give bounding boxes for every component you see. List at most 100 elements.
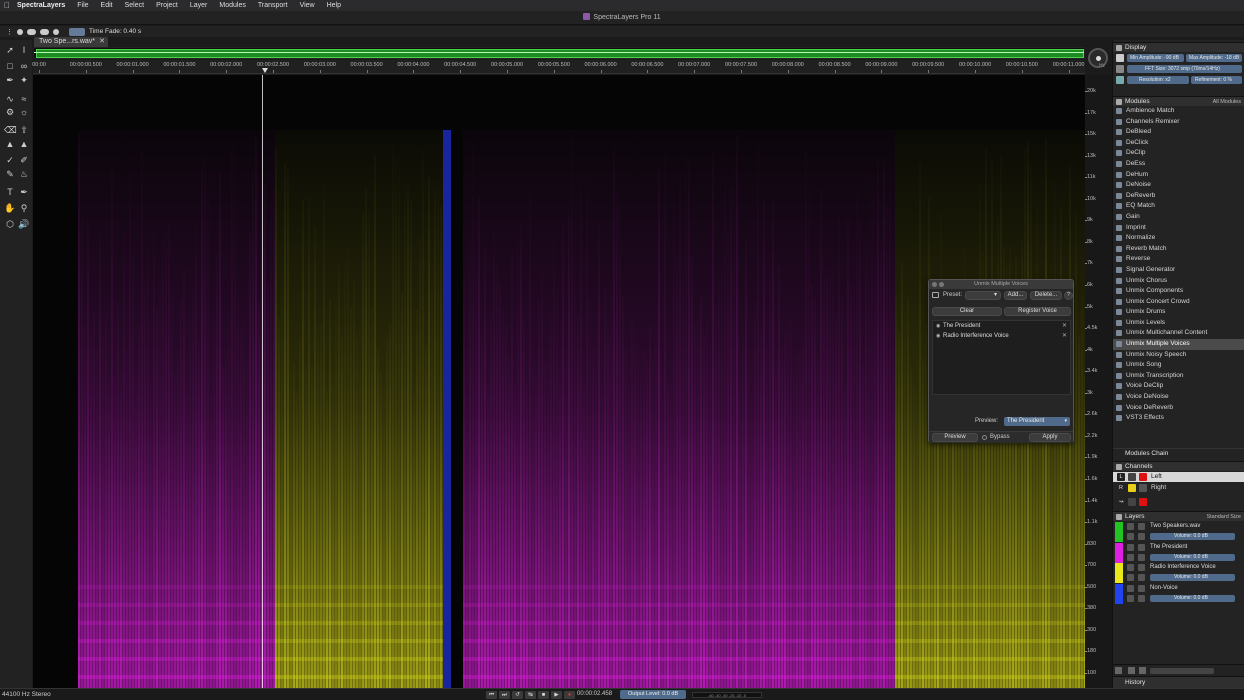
- loop-button[interactable]: ↺: [512, 691, 523, 699]
- layer-volume-slider[interactable]: Volume: 0.0 dB: [1150, 533, 1235, 540]
- channel-left-solo[interactable]: [1139, 473, 1147, 481]
- menu-view[interactable]: View: [294, 2, 321, 9]
- layer-lock-icon[interactable]: [1138, 585, 1145, 592]
- rect-select-icon[interactable]: □: [4, 60, 16, 72]
- module-item[interactable]: Unmix Chorus: [1113, 276, 1244, 287]
- ab-button[interactable]: ↹: [525, 691, 536, 699]
- apply-button[interactable]: Apply: [1029, 433, 1071, 442]
- pipette-icon[interactable]: ✒: [18, 186, 30, 198]
- dialog-titlebar[interactable]: Unmix Multiple Voices: [929, 280, 1073, 289]
- eraser-icon[interactable]: ⌫: [4, 124, 17, 136]
- layer-mute-icon[interactable]: [1127, 574, 1134, 581]
- pitch-up-icon[interactable]: ⇧: [18, 124, 30, 136]
- dialog-close-button[interactable]: [932, 282, 937, 287]
- module-item[interactable]: DeReverb: [1113, 191, 1244, 202]
- brush-select-icon[interactable]: ✒: [4, 74, 16, 86]
- max-amplitude-slider[interactable]: Max Amplitude: -18 dB: [1186, 54, 1242, 62]
- module-item[interactable]: Unmix Levels: [1113, 318, 1244, 329]
- channel-record-icon[interactable]: [1139, 498, 1147, 506]
- channels-panel-header[interactable]: Channels: [1113, 461, 1244, 471]
- close-icon[interactable]: ✕: [99, 37, 105, 47]
- layer-volume-slider[interactable]: Volume: 0.0 dB: [1150, 595, 1235, 602]
- layer-row[interactable]: Two Speakers.wav Volume: 0.0 dB: [1113, 522, 1244, 542]
- layer-delete-icon[interactable]: [1139, 667, 1146, 674]
- menu-edit[interactable]: Edit: [95, 2, 119, 9]
- app-menu[interactable]: SpectraLayers: [14, 2, 71, 9]
- mode-option-2[interactable]: [27, 28, 36, 35]
- text-tool-icon[interactable]: T: [4, 186, 16, 198]
- layers-size-dropdown[interactable]: Standard Size: [1206, 512, 1241, 522]
- layer-row[interactable]: Non-Voice Volume: 0.0 dB: [1113, 584, 1244, 604]
- fft-size-slider[interactable]: FFT Size: 3072 smp (70ms/14Hz): [1127, 65, 1242, 73]
- channel-right-solo[interactable]: [1139, 484, 1147, 492]
- bypass-checkbox[interactable]: [982, 435, 987, 440]
- bucket-icon[interactable]: ♨: [18, 168, 30, 180]
- layer-solo-icon[interactable]: [1138, 554, 1145, 561]
- module-item[interactable]: Gain: [1113, 212, 1244, 223]
- layer-duplicate-icon[interactable]: [1128, 667, 1135, 674]
- display-toggle[interactable]: [1116, 54, 1124, 62]
- module-item[interactable]: Voice DeNoise: [1113, 392, 1244, 403]
- stamp-icon[interactable]: ▲: [4, 138, 16, 150]
- module-item[interactable]: Unmix Drums: [1113, 307, 1244, 318]
- module-item[interactable]: DeHum: [1113, 170, 1244, 181]
- layers-panel-header[interactable]: Layers Standard Size: [1113, 511, 1244, 521]
- menu-layer[interactable]: Layer: [184, 2, 214, 9]
- preset-dropdown[interactable]: ▾: [965, 291, 1001, 300]
- layer-visibility-icon[interactable]: [1127, 523, 1134, 530]
- play-button[interactable]: ▶: [551, 691, 562, 699]
- module-item[interactable]: DeEss: [1113, 159, 1244, 170]
- stop-button[interactable]: ■: [538, 691, 549, 699]
- channel-add-row[interactable]: ↝: [1113, 497, 1244, 507]
- layer-lock-icon[interactable]: [1138, 544, 1145, 551]
- min-amplitude-slider[interactable]: Min Amplitude: -90 dB: [1127, 54, 1184, 62]
- rewind-button[interactable]: ⏮: [486, 691, 497, 699]
- layer-zoom-slider[interactable]: [1150, 668, 1214, 674]
- output-level-slider[interactable]: Output Level: 0.0 dB: [620, 690, 686, 699]
- voice-item[interactable]: ◉ Radio Interference Voice ✕: [933, 331, 1070, 341]
- module-item[interactable]: Normalize: [1113, 233, 1244, 244]
- layer-solo-icon[interactable]: [1138, 574, 1145, 581]
- menu-select[interactable]: Select: [119, 2, 150, 9]
- document-tab[interactable]: Two Spe...rs.wav* ✕: [34, 37, 108, 47]
- text-cursor-tool-icon[interactable]: I: [18, 44, 30, 56]
- module-item[interactable]: DeBleed: [1113, 127, 1244, 138]
- channel-add-icon[interactable]: [1128, 498, 1136, 506]
- resolution-toggle[interactable]: [1116, 76, 1124, 84]
- resolution-slider[interactable]: Resolution: x2: [1127, 76, 1189, 84]
- modules-chain-header[interactable]: Modules Chain: [1113, 448, 1244, 458]
- arrow-tool-icon[interactable]: ➚: [4, 44, 16, 56]
- clear-button[interactable]: Clear: [932, 307, 1002, 316]
- layer-mute-icon[interactable]: [1127, 533, 1134, 540]
- module-item[interactable]: Unmix Multiple Voices: [1113, 339, 1244, 350]
- module-item[interactable]: Unmix Song: [1113, 360, 1244, 371]
- module-item[interactable]: Reverse: [1113, 254, 1244, 265]
- channel-right-mute[interactable]: [1128, 484, 1136, 492]
- layer-mute-icon[interactable]: [1127, 554, 1134, 561]
- record-button[interactable]: ●: [564, 691, 575, 699]
- history-panel-header[interactable]: History: [1113, 676, 1244, 688]
- layer-row[interactable]: Radio Interference Voice Volume: 0.0 dB: [1113, 563, 1244, 583]
- menu-modules[interactable]: Modules: [213, 2, 251, 9]
- module-item[interactable]: EQ Match: [1113, 201, 1244, 212]
- preview-button[interactable]: Preview: [932, 433, 978, 442]
- layer-lock-icon[interactable]: [1138, 523, 1145, 530]
- cube-icon[interactable]: ⬡: [4, 218, 16, 230]
- eye-icon[interactable]: ◉: [936, 331, 940, 341]
- layer-visibility-icon[interactable]: [1127, 564, 1134, 571]
- module-item[interactable]: Unmix Noisy Speech: [1113, 350, 1244, 361]
- modules-panel-header[interactable]: Modules All Modules: [1113, 96, 1244, 106]
- heal-icon[interactable]: ✓: [4, 154, 16, 166]
- layer-mute-icon[interactable]: [1127, 595, 1134, 602]
- magic-wand-icon[interactable]: ✦: [18, 74, 30, 86]
- module-item[interactable]: Signal Generator: [1113, 265, 1244, 276]
- module-item[interactable]: DeClip: [1113, 148, 1244, 159]
- module-item[interactable]: Unmix Transcription: [1113, 371, 1244, 382]
- module-item[interactable]: Voice DeClip: [1113, 381, 1244, 392]
- layer-add-icon[interactable]: [1115, 667, 1122, 674]
- layer-visibility-icon[interactable]: [1127, 544, 1134, 551]
- menu-transport[interactable]: Transport: [252, 2, 294, 9]
- apple-icon[interactable]: : [0, 1, 14, 10]
- channel-left-mute[interactable]: [1128, 473, 1136, 481]
- remove-voice-icon[interactable]: ✕: [1062, 331, 1067, 341]
